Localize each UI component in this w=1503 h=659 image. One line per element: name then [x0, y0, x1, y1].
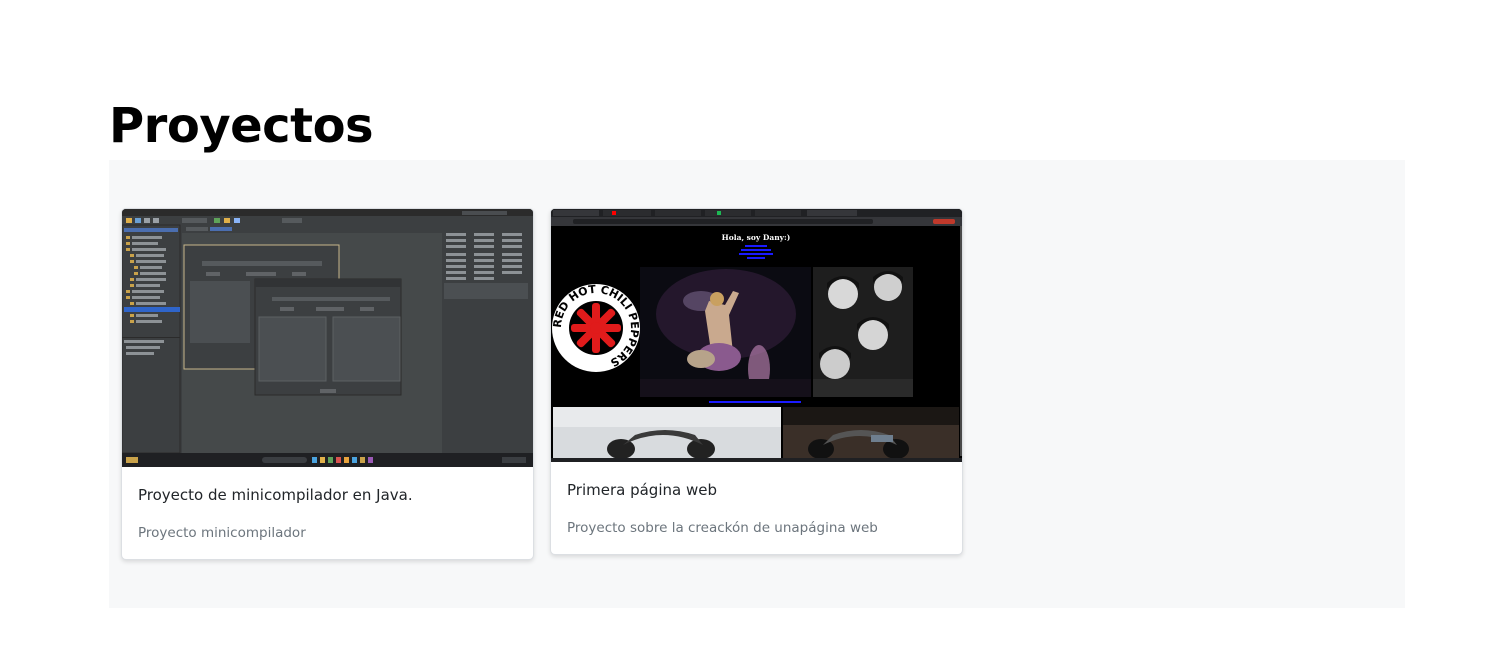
project-card-first-webpage[interactable]: Hola, soy Dany:) RED HOT CHILI PEPPERS P…	[550, 208, 963, 555]
project-description: Proyecto sobre la creackón de unapágina …	[567, 520, 878, 536]
project-description: Proyecto minicompilador	[138, 525, 306, 541]
netbeans-screenshot-image	[122, 209, 533, 467]
webpage-greeting: Hola, soy Dany:)	[722, 233, 791, 242]
projects-panel: Proyecto de minicompilador en Java. Proy…	[109, 160, 1405, 608]
webpage-screenshot-image: Hola, soy Dany:) RED HOT CHILI PEPPERS	[551, 209, 962, 462]
project-card-minicompiler[interactable]: Proyecto de minicompilador en Java. Proy…	[121, 208, 534, 560]
project-thumbnail-webpage[interactable]: Hola, soy Dany:) RED HOT CHILI PEPPERS	[551, 209, 962, 462]
page-title: Proyectos	[109, 98, 374, 154]
project-thumbnail-netbeans[interactable]	[122, 209, 533, 467]
project-title: Primera página web	[567, 481, 717, 499]
asterisk-logo-icon	[571, 303, 621, 353]
project-title: Proyecto de minicompilador en Java.	[138, 486, 413, 504]
